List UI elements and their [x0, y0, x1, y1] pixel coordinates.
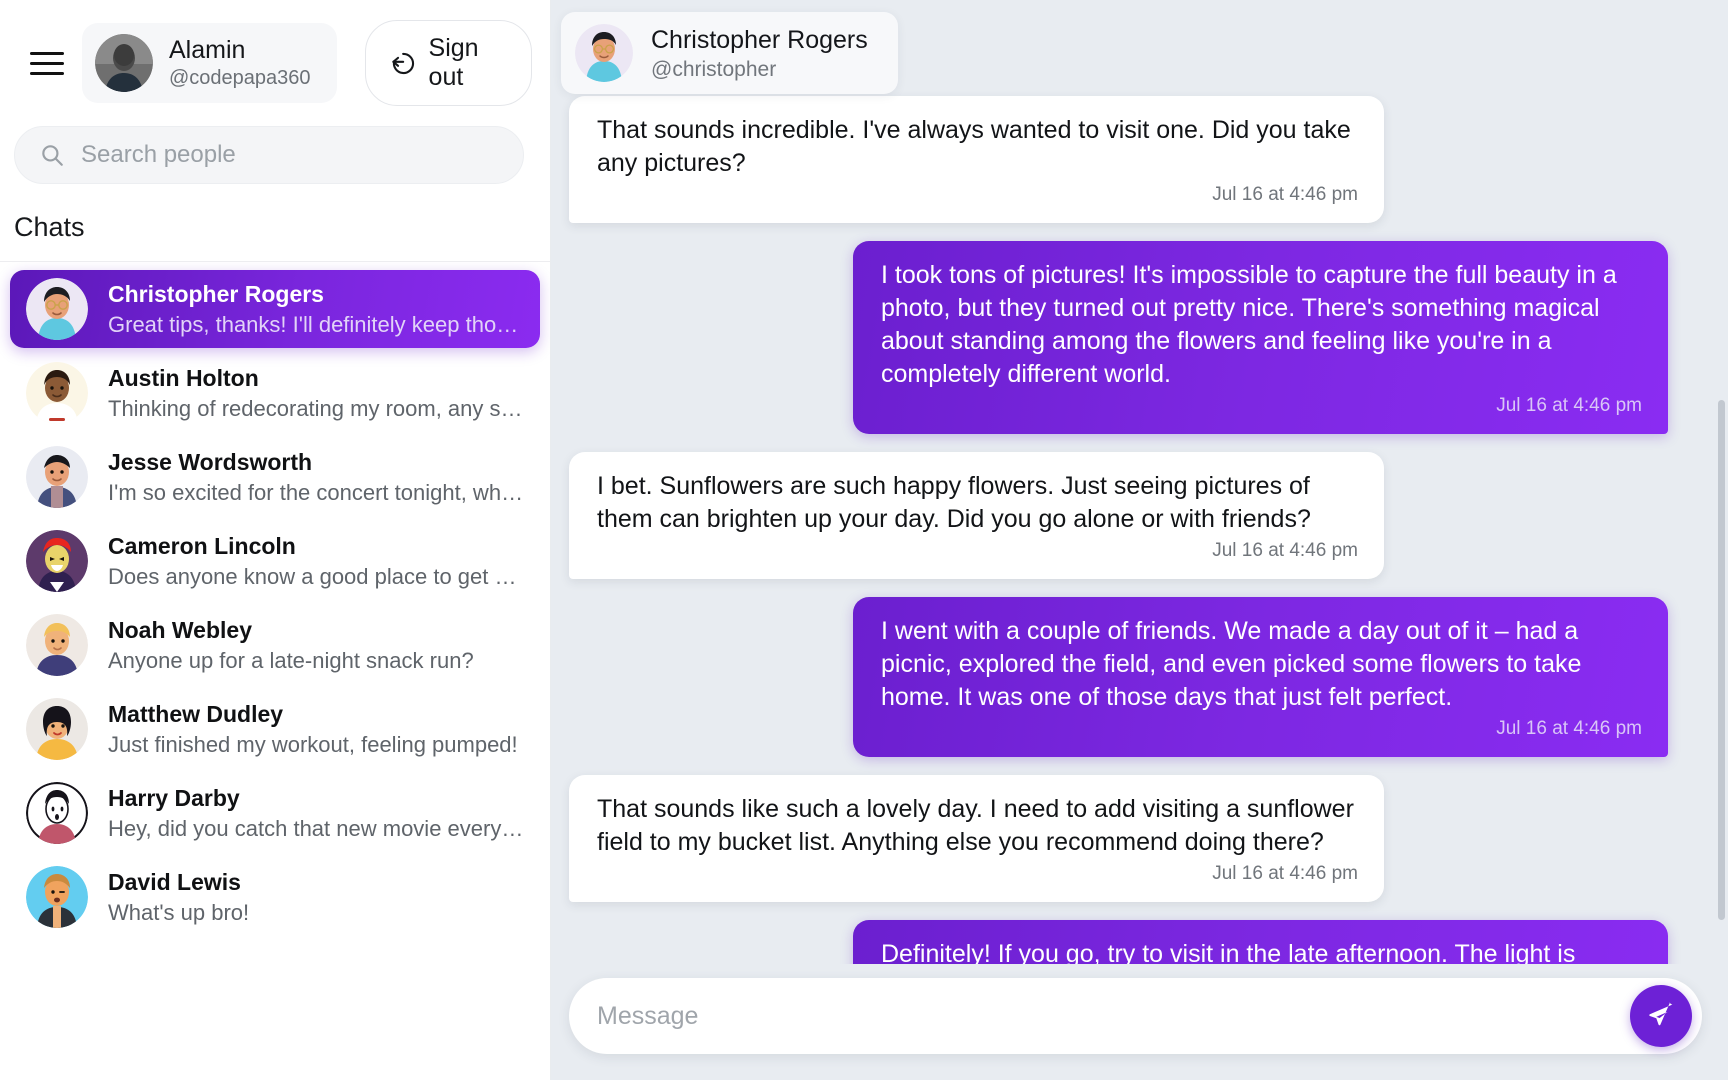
- message-bubble-outgoing[interactable]: I went with a couple of friends. We made…: [853, 597, 1668, 758]
- avatar: [95, 34, 153, 92]
- message-row: Definitely! If you go, try to visit in t…: [569, 920, 1668, 964]
- chat-application: Alamin @codepapa360 Sign out Search peop…: [0, 0, 1728, 1080]
- message-bubble-outgoing[interactable]: I took tons of pictures! It's impossible…: [853, 241, 1668, 435]
- message-bubble-outgoing[interactable]: Definitely! If you go, try to visit in t…: [853, 920, 1668, 964]
- message-bubble-incoming[interactable]: That sounds like such a lovely day. I ne…: [569, 775, 1384, 903]
- avatar: [26, 782, 88, 844]
- search-section: Search people: [0, 120, 550, 198]
- chat-name: David Lewis: [108, 868, 241, 895]
- chat-name: Austin Holton: [108, 364, 259, 391]
- chat-name: Cameron Lincoln: [108, 532, 296, 559]
- avatar: [26, 362, 88, 424]
- message-text: That sounds like such a lovely day. I ne…: [597, 795, 1354, 857]
- chat-list-item-austin-holton[interactable]: Austin Holton Thinking of redecorating m…: [10, 354, 540, 432]
- chat-preview: Thinking of redecorating my room, any su…: [108, 395, 524, 421]
- message-bubble-incoming[interactable]: I bet. Sunflowers are such happy flowers…: [569, 452, 1384, 580]
- chat-list-item-noah-webley[interactable]: Noah Webley Anyone up for a late-night s…: [10, 606, 540, 684]
- chat-list-item-harry-darby[interactable]: Harry Darby Hey, did you catch that new …: [10, 774, 540, 852]
- avatar: [575, 24, 633, 82]
- chat-preview: Just finished my workout, feeling pumped…: [108, 731, 518, 757]
- chat-list-item-david-lewis[interactable]: David Lewis What's up bro!: [10, 858, 540, 936]
- message-timestamp: Jul 16 at 4:46 pm: [1212, 863, 1358, 885]
- message-row: That sounds like such a lovely day. I ne…: [569, 775, 1668, 903]
- avatar: [26, 698, 88, 760]
- chat-list: Christopher Rogers Great tips, thanks! I…: [0, 262, 550, 1080]
- message-timestamp: Jul 16 at 4:46 pm: [1496, 718, 1642, 740]
- sidebar-header: Alamin @codepapa360 Sign out: [0, 0, 550, 120]
- message-text: I went with a couple of friends. We made…: [881, 617, 1582, 712]
- avatar: [26, 446, 88, 508]
- conversation-handle: @christopher: [651, 57, 777, 81]
- chat-list-item-christopher-rogers[interactable]: Christopher Rogers Great tips, thanks! I…: [10, 270, 540, 348]
- chats-section-title: Chats: [0, 198, 550, 262]
- sign-out-button[interactable]: Sign out: [364, 20, 532, 106]
- account-handle: @codepapa360: [169, 66, 311, 89]
- message-row: I went with a couple of friends. We made…: [569, 597, 1668, 758]
- conversation-title: Christopher Rogers: [651, 25, 868, 54]
- message-composer: Message: [551, 964, 1728, 1080]
- chat-preview: Hey, did you catch that new movie everyo…: [108, 815, 524, 841]
- message-timestamp: Jul 16 at 4:46 pm: [1212, 184, 1358, 205]
- chat-name: Christopher Rogers: [108, 280, 324, 307]
- message-input[interactable]: Message: [597, 1002, 1630, 1031]
- message-timestamp: Jul 16 at 4:46 pm: [1496, 395, 1642, 417]
- conversation-panel: Christopher Rogers @christopher That sou…: [551, 0, 1728, 1080]
- message-text: That sounds incredible. I've always want…: [597, 116, 1351, 177]
- chat-list-item-jesse-wordsworth[interactable]: Jesse Wordsworth I'm so excited for the …: [10, 438, 540, 516]
- chat-preview: Does anyone know a good place to get cof…: [108, 563, 524, 589]
- hamburger-icon[interactable]: [30, 48, 64, 78]
- chat-list-item-cameron-lincoln[interactable]: Cameron Lincoln Does anyone know a good …: [10, 522, 540, 600]
- sign-out-label: Sign out: [428, 34, 479, 91]
- send-paper-plane-icon: [1646, 1001, 1676, 1031]
- search-input[interactable]: Search people: [14, 126, 524, 184]
- message-list[interactable]: That sounds incredible. I've always want…: [551, 0, 1728, 964]
- chat-name: Noah Webley: [108, 616, 252, 643]
- avatar: [26, 530, 88, 592]
- chat-preview: I'm so excited for the concert tonight, …: [108, 479, 524, 505]
- message-timestamp: Jul 16 at 4:46 pm: [1212, 540, 1358, 562]
- message-row: I took tons of pictures! It's impossible…: [569, 241, 1668, 435]
- message-text: Definitely! If you go, try to visit in t…: [881, 940, 1576, 964]
- search-icon: [39, 142, 65, 168]
- chat-preview: Anyone up for a late-night snack run?: [108, 647, 474, 673]
- message-row: That sounds incredible. I've always want…: [569, 96, 1668, 224]
- message-text: I bet. Sunflowers are such happy flowers…: [597, 472, 1311, 534]
- conversation-header[interactable]: Christopher Rogers @christopher: [561, 12, 898, 94]
- account-name: Alamin: [169, 36, 246, 65]
- message-scrollbar[interactable]: [1718, 400, 1725, 920]
- chat-preview: Great tips, thanks! I'll definitely keep…: [108, 311, 524, 337]
- message-text: I took tons of pictures! It's impossible…: [881, 261, 1617, 389]
- search-placeholder: Search people: [81, 141, 236, 168]
- chat-name: Matthew Dudley: [108, 700, 284, 727]
- message-row: I bet. Sunflowers are such happy flowers…: [569, 452, 1668, 580]
- sidebar: Alamin @codepapa360 Sign out Search peop…: [0, 0, 551, 1080]
- message-bubble-incoming[interactable]: That sounds incredible. I've always want…: [569, 96, 1384, 224]
- avatar: [26, 278, 88, 340]
- send-button[interactable]: [1630, 985, 1692, 1047]
- chat-name: Jesse Wordsworth: [108, 448, 313, 475]
- chat-list-item-matthew-dudley[interactable]: Matthew Dudley Just finished my workout,…: [10, 690, 540, 768]
- chat-preview: What's up bro!: [108, 899, 250, 925]
- chat-name: Harry Darby: [108, 784, 240, 811]
- account-chip[interactable]: Alamin @codepapa360: [82, 23, 337, 103]
- avatar: [26, 614, 88, 676]
- composer-field-wrap[interactable]: Message: [569, 978, 1702, 1054]
- sign-out-icon: [388, 49, 416, 77]
- avatar: [26, 866, 88, 928]
